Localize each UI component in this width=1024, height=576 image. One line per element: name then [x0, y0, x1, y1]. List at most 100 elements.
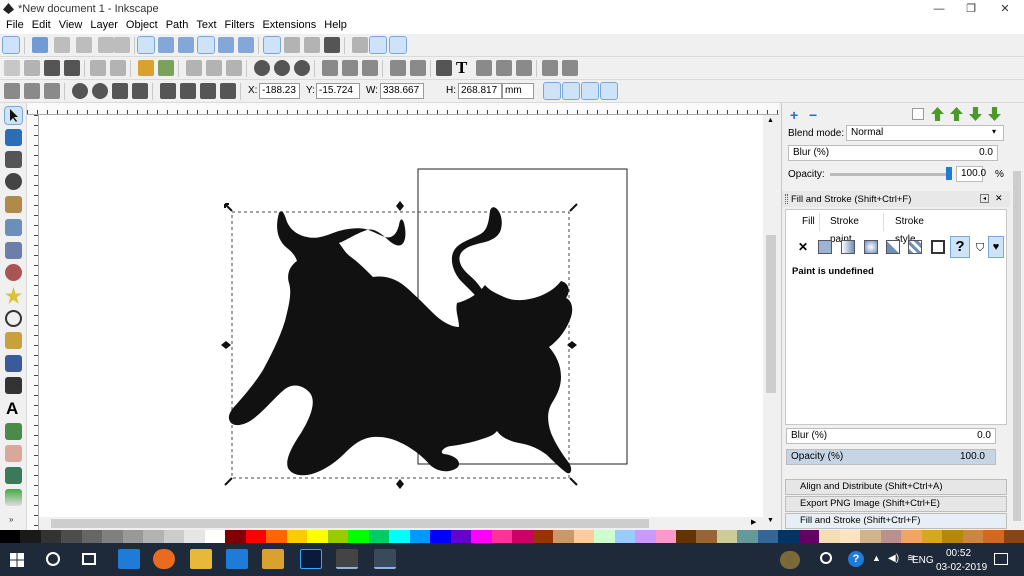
snap-bbox-edge-icon[interactable]: [54, 37, 70, 53]
palette-swatch[interactable]: [901, 530, 922, 543]
volume-icon[interactable]: ◀): [888, 553, 899, 564]
layer-settings-icon[interactable]: [912, 108, 924, 120]
canvas-horizontal-scrollbar[interactable]: ▶: [39, 517, 763, 530]
palette-swatch[interactable]: [532, 530, 554, 543]
palette-swatch[interactable]: [307, 530, 328, 543]
fill-stroke-grip-icon[interactable]: [785, 194, 788, 204]
palette-swatch[interactable]: [184, 530, 205, 543]
dialog-iconify-icon[interactable]: ◂: [980, 194, 989, 203]
palette-swatch[interactable]: [40, 530, 62, 543]
rotate-cw-icon[interactable]: [92, 83, 108, 99]
w-input[interactable]: 338.667: [380, 83, 424, 99]
lower-layer-icon[interactable]: [969, 107, 982, 121]
zoom-page-icon[interactable]: [294, 60, 310, 76]
inkscape-taskbar-icon[interactable]: [374, 549, 396, 569]
help-icon[interactable]: ?: [848, 551, 864, 567]
tweak-tool-icon[interactable]: [5, 151, 22, 168]
x-input[interactable]: -188.23: [259, 83, 300, 99]
fill-blur-field[interactable]: Blur (%) 0.0: [786, 428, 996, 444]
snap-intersections-icon[interactable]: [178, 37, 194, 53]
clock-date[interactable]: 03-02-2019: [936, 562, 987, 573]
tab-stroke-paint[interactable]: Stroke paint: [819, 213, 883, 245]
palette-swatch[interactable]: [266, 530, 287, 543]
snap-line-midpoint-icon[interactable]: [238, 37, 254, 53]
snap-grids-icon[interactable]: [369, 36, 387, 54]
photos-icon[interactable]: [336, 549, 358, 569]
fill-rule-evenodd-icon[interactable]: ⛉: [976, 242, 984, 255]
palette-swatch[interactable]: [204, 530, 226, 543]
3d-box-tool-icon[interactable]: [5, 242, 22, 259]
scroll-up-arrow-icon[interactable]: ▲: [767, 117, 774, 124]
star-tool-icon[interactable]: [5, 287, 22, 304]
palette-swatch[interactable]: [655, 530, 676, 543]
palette-swatch[interactable]: [491, 530, 513, 543]
menu-file[interactable]: File: [2, 18, 28, 33]
menu-help[interactable]: Help: [320, 18, 351, 33]
new-document-icon[interactable]: [4, 60, 20, 76]
select-all-icon[interactable]: [4, 83, 20, 99]
import-icon[interactable]: [90, 60, 106, 76]
palette-swatch[interactable]: [942, 530, 963, 543]
menu-layer[interactable]: Layer: [86, 18, 122, 33]
snap-bbox-midpoint-icon[interactable]: [98, 37, 114, 53]
palette-swatch[interactable]: [880, 530, 902, 543]
palette-swatch[interactable]: [921, 530, 943, 543]
clock-time[interactable]: 00:52: [946, 548, 971, 559]
opacity-slider-thumb[interactable]: [946, 167, 952, 180]
photoshop-icon[interactable]: [300, 549, 322, 569]
scale-stroke-icon[interactable]: [543, 82, 561, 100]
calligraphy-tool-icon[interactable]: [5, 377, 22, 394]
snap-guides-icon[interactable]: [389, 36, 407, 54]
menu-edit[interactable]: Edit: [28, 18, 55, 33]
select-all-layers-icon[interactable]: [24, 83, 40, 99]
palette-swatch[interactable]: [819, 530, 840, 543]
snap-others-icon[interactable]: [263, 36, 281, 54]
fill-rule-nonzero-icon[interactable]: ♥: [988, 236, 1004, 258]
layer-blur-field[interactable]: Blur (%) 0.0: [788, 145, 998, 161]
color-palette[interactable]: [0, 530, 1024, 543]
save-icon[interactable]: [44, 60, 60, 76]
palette-swatch[interactable]: [635, 530, 656, 543]
align-distribute-icon[interactable]: [496, 60, 512, 76]
scroll-down-arrow-icon[interactable]: ▼: [767, 517, 774, 524]
toolbox-more-icon[interactable]: »: [9, 515, 13, 524]
file-explorer-icon[interactable]: [190, 549, 212, 569]
close-button[interactable]: ✕: [988, 0, 1022, 18]
palette-swatch[interactable]: [225, 530, 246, 543]
export-icon[interactable]: [110, 60, 126, 76]
objects-icon[interactable]: [516, 60, 532, 76]
tray-chevron-icon[interactable]: ▲: [872, 553, 881, 563]
snap-cusp-icon[interactable]: [197, 36, 215, 54]
palette-swatch[interactable]: [327, 530, 349, 543]
scroll-right-arrow-icon[interactable]: ▶: [751, 518, 756, 526]
cut-icon[interactable]: [206, 60, 222, 76]
text-font-icon[interactable]: T: [456, 58, 467, 78]
fill-opacity-field[interactable]: Opacity (%) 100.0: [786, 449, 996, 465]
palette-swatch[interactable]: [20, 530, 41, 543]
menu-view[interactable]: View: [55, 18, 87, 33]
paint-bucket-tool-icon[interactable]: [5, 467, 22, 484]
flip-horizontal-icon[interactable]: [112, 83, 128, 99]
notifications-icon[interactable]: [994, 553, 1008, 565]
palette-swatch[interactable]: [471, 530, 492, 543]
linear-gradient-icon[interactable]: [841, 240, 855, 254]
canvas-vertical-scrollbar[interactable]: ▲ ▼: [763, 115, 779, 530]
palette-swatch[interactable]: [675, 530, 697, 543]
menu-extensions[interactable]: Extensions: [258, 18, 320, 33]
zoom-selection-icon[interactable]: [254, 60, 270, 76]
pattern-icon[interactable]: [908, 240, 922, 254]
palette-swatch[interactable]: [143, 530, 164, 543]
unlink-clone-icon[interactable]: [362, 60, 378, 76]
canvas-hscroll-thumb[interactable]: [51, 519, 649, 528]
palette-swatch[interactable]: [1003, 530, 1024, 543]
git-tool-icon[interactable]: [262, 549, 284, 569]
palette-swatch[interactable]: [245, 530, 267, 543]
dialog-close-icon[interactable]: ✕: [995, 193, 1003, 204]
palette-swatch[interactable]: [512, 530, 533, 543]
palette-swatch[interactable]: [286, 530, 308, 543]
palette-swatch[interactable]: [839, 530, 861, 543]
palette-swatch[interactable]: [737, 530, 758, 543]
rotate-ccw-icon[interactable]: [72, 83, 88, 99]
clone-icon[interactable]: [342, 60, 358, 76]
no-paint-icon[interactable]: ✕: [798, 240, 808, 254]
